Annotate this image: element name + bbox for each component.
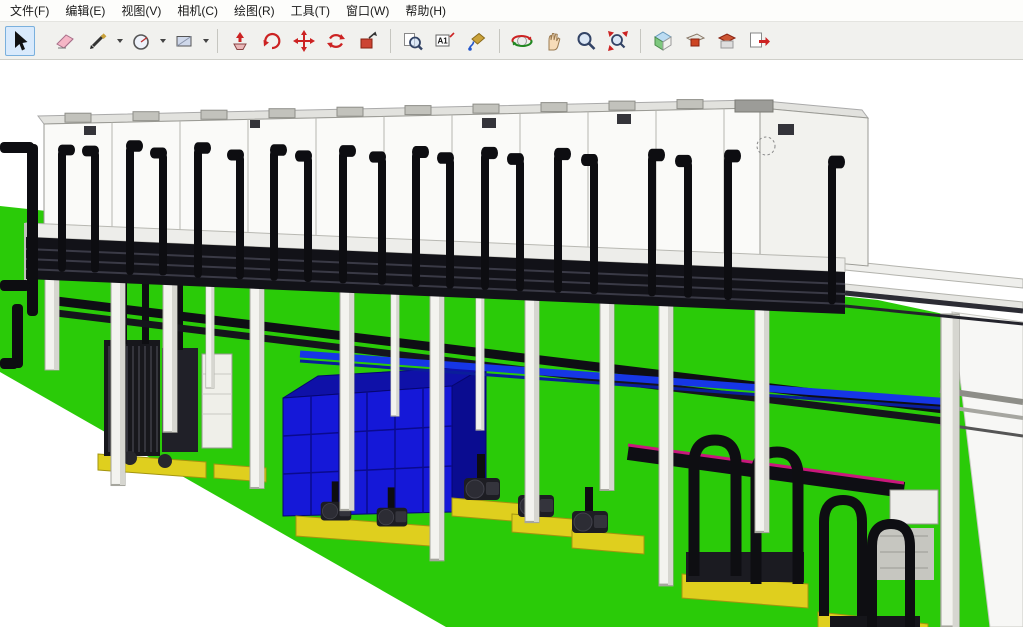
menu-bar: 文件(F) 编辑(E) 视图(V) 相机(C) 绘图(R) 工具(T) 窗口(W… bbox=[0, 0, 1023, 22]
zoom-tool-button[interactable] bbox=[571, 26, 601, 56]
line-tool-dropdown[interactable] bbox=[114, 26, 125, 56]
toolbar-separator bbox=[640, 29, 641, 53]
iso-view-icon bbox=[651, 29, 675, 53]
toolbar: A1 bbox=[0, 22, 1023, 60]
rectangle-tool-icon bbox=[172, 29, 196, 53]
menu-edit[interactable]: 编辑(E) bbox=[57, 0, 113, 22]
menu-help[interactable]: 帮助(H) bbox=[397, 0, 454, 22]
toolbar-separator bbox=[390, 29, 391, 53]
zoom-extents-icon bbox=[606, 29, 630, 53]
sketchup-window: { "menubar": { "items": [ {"label": "文件(… bbox=[0, 0, 1023, 627]
a1-label: A1 bbox=[438, 36, 449, 45]
menu-view[interactable]: 视图(V) bbox=[113, 0, 169, 22]
scale-tool-icon bbox=[356, 29, 380, 53]
hand-icon bbox=[542, 29, 566, 53]
section-plane-button[interactable] bbox=[680, 26, 710, 56]
menu-window[interactable]: 窗口(W) bbox=[338, 0, 397, 22]
section-display-button[interactable] bbox=[712, 26, 742, 56]
circle-tool-button[interactable] bbox=[126, 26, 156, 56]
zoom-window-icon bbox=[401, 29, 425, 53]
chevron-down-icon bbox=[117, 39, 123, 43]
export-arrow-icon bbox=[747, 29, 771, 53]
menu-draw[interactable]: 绘图(R) bbox=[226, 0, 283, 22]
offset-tool-icon bbox=[228, 29, 252, 53]
rectangle-tool-button[interactable] bbox=[169, 26, 199, 56]
circle-tool-icon bbox=[129, 29, 153, 53]
rectangle-tool-dropdown[interactable] bbox=[200, 26, 211, 56]
rotate-tool-button[interactable] bbox=[257, 26, 287, 56]
dimension-tool-button[interactable]: A1 bbox=[430, 26, 460, 56]
zoom-extents-tool-button[interactable] bbox=[603, 26, 633, 56]
dimension-a1-icon: A1 bbox=[433, 29, 457, 53]
pan-tool-button[interactable] bbox=[539, 26, 569, 56]
menu-tools[interactable]: 工具(T) bbox=[283, 0, 338, 22]
export-button[interactable] bbox=[744, 26, 774, 56]
line-tool-button[interactable] bbox=[83, 26, 113, 56]
section-plane-icon bbox=[683, 29, 707, 53]
move-tool-button[interactable] bbox=[289, 26, 319, 56]
paint-bucket-tool-button[interactable] bbox=[462, 26, 492, 56]
model-scene bbox=[0, 60, 1023, 627]
rotate-copy-tool-button[interactable] bbox=[321, 26, 351, 56]
toolbar-separator bbox=[499, 29, 500, 53]
offset-tool-button[interactable] bbox=[225, 26, 255, 56]
menu-camera[interactable]: 相机(C) bbox=[169, 0, 226, 22]
circular-arrows-icon bbox=[324, 29, 348, 53]
eraser-tool-button[interactable] bbox=[51, 26, 81, 56]
chevron-down-icon bbox=[203, 39, 209, 43]
circle-tool-dropdown[interactable] bbox=[157, 26, 168, 56]
select-cursor-icon bbox=[8, 29, 32, 53]
menu-file[interactable]: 文件(F) bbox=[2, 0, 57, 22]
eraser-icon bbox=[54, 29, 78, 53]
orbit-icon bbox=[510, 29, 534, 53]
iso-view-button[interactable] bbox=[648, 26, 678, 56]
chevron-down-icon bbox=[160, 39, 166, 43]
select-tool-button[interactable] bbox=[5, 26, 35, 56]
magnifier-icon bbox=[574, 29, 598, 53]
toolbar-separator bbox=[217, 29, 218, 53]
move-arrows-icon bbox=[292, 29, 316, 53]
zoom-window-tool-button[interactable] bbox=[398, 26, 428, 56]
3d-viewport[interactable] bbox=[0, 60, 1023, 627]
paint-bucket-icon bbox=[465, 29, 489, 53]
orbit-tool-button[interactable] bbox=[507, 26, 537, 56]
blue-tank bbox=[283, 366, 486, 516]
section-display-icon bbox=[715, 29, 739, 53]
scale-tool-button[interactable] bbox=[353, 26, 383, 56]
pencil-icon bbox=[86, 29, 110, 53]
rotate-arrow-icon bbox=[260, 29, 284, 53]
